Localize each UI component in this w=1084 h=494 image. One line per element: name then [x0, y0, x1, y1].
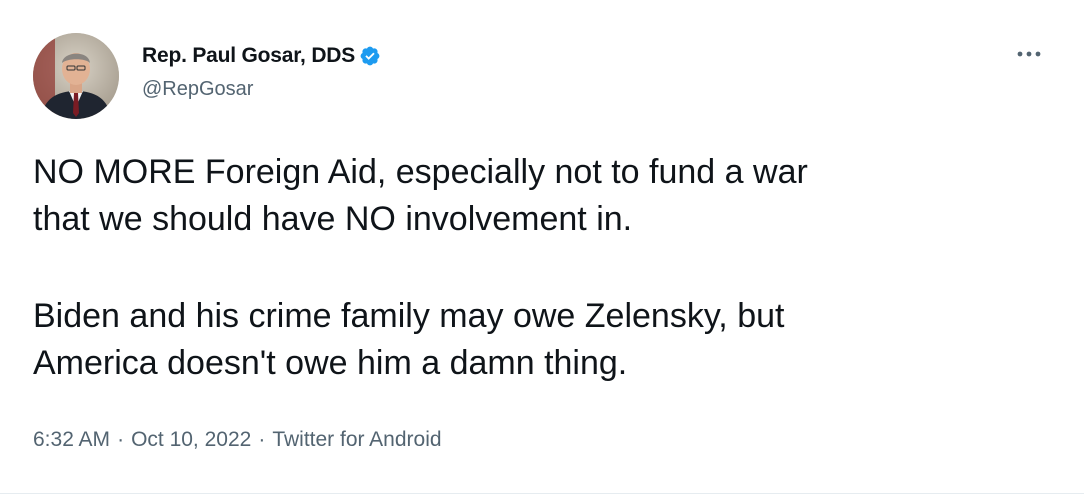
more-horizontal-icon [1017, 51, 1041, 57]
author-handle[interactable]: @RepGosar [142, 78, 253, 101]
tweet-time[interactable]: 6:32 AM [33, 428, 110, 452]
tweet-line: that we should have NO involvement in. [33, 200, 633, 238]
tweet-metadata: 6:32 AM · Oct 10, 2022 · Twitter for And… [33, 428, 442, 452]
tweet-source[interactable]: Twitter for Android [272, 428, 441, 452]
tweet-date[interactable]: Oct 10, 2022 [131, 428, 251, 452]
avatar[interactable] [33, 33, 119, 119]
tweet-text: NO MORE Foreign Aid, especially not to f… [33, 149, 1043, 387]
tweet-line: NO MORE Foreign Aid, especially not to f… [33, 153, 808, 191]
tweet-line: America doesn't owe him a damn thing. [33, 344, 628, 382]
meta-separator: · [117, 428, 125, 451]
author-display-name[interactable]: Rep. Paul Gosar, DDS [142, 44, 355, 68]
verified-badge-icon [359, 45, 381, 67]
avatar-image [33, 33, 119, 119]
more-options-button[interactable] [1012, 42, 1046, 66]
meta-separator: · [258, 428, 266, 451]
tweet-card: Rep. Paul Gosar, DDS @RepGosar NO MORE F… [0, 0, 1084, 494]
tweet-line: Biden and his crime family may owe Zelen… [33, 297, 785, 335]
author-name-row: Rep. Paul Gosar, DDS [142, 42, 381, 70]
